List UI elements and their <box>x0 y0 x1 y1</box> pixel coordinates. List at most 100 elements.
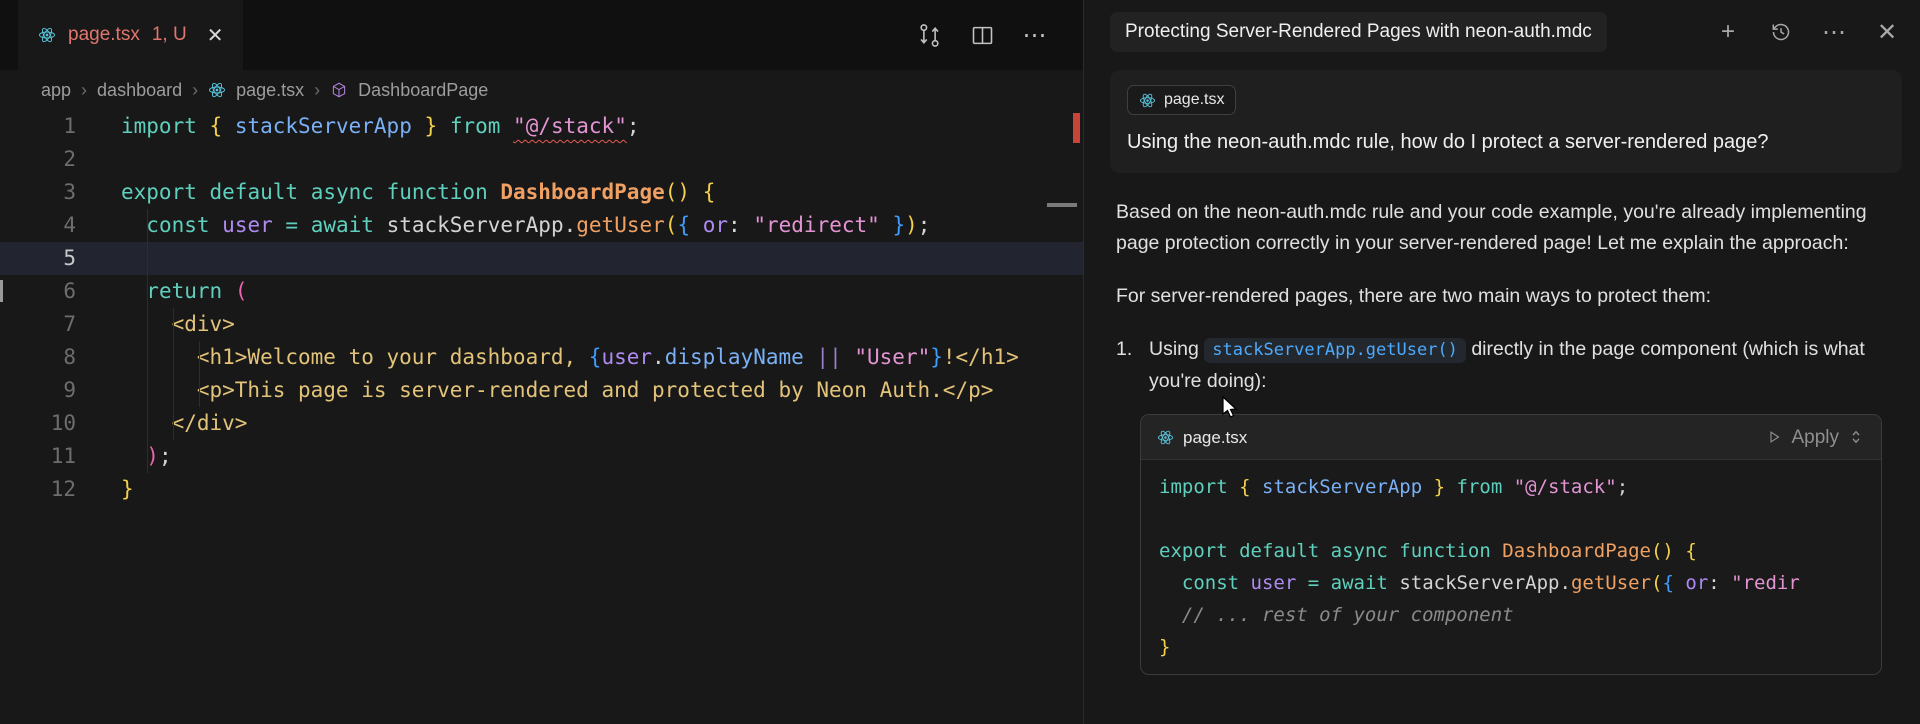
code-token: } <box>892 213 905 237</box>
line-number: 12 <box>0 473 76 506</box>
code-token: stackServerApp <box>387 213 564 237</box>
code-token <box>1228 540 1239 562</box>
editor-pane: page.tsx 1, U ✕ ⋯ app › dashboard › <box>0 0 1083 724</box>
code-line[interactable]: 6 return ( <box>0 275 1083 308</box>
code-token <box>121 345 197 369</box>
chat-code-block: page.tsx Apply import { stackServerApp }… <box>1140 414 1882 675</box>
line-number: 7 <box>0 308 76 341</box>
code-token <box>690 213 703 237</box>
code-token <box>500 114 513 138</box>
breadcrumb-dashboard[interactable]: dashboard <box>97 80 182 101</box>
window-edge-handle <box>0 280 3 302</box>
indent-guide <box>199 341 200 407</box>
code-line[interactable]: 8 <h1>Welcome to your dashboard, {user.d… <box>0 341 1083 374</box>
code-text[interactable]: import { stackServerApp } from "@/stack"… <box>121 110 640 143</box>
code-line[interactable]: 3export default async function Dashboard… <box>0 176 1083 209</box>
react-icon <box>1139 92 1156 109</box>
apply-button[interactable]: Apply <box>1765 422 1865 453</box>
close-panel-icon[interactable]: ✕ <box>1874 19 1900 45</box>
code-token: { <box>703 180 716 204</box>
close-icon[interactable]: ✕ <box>207 23 224 48</box>
code-token: import <box>121 114 197 138</box>
code-token: function <box>387 180 488 204</box>
code-text[interactable]: const user = await stackServerApp.getUse… <box>121 209 930 242</box>
code-token <box>437 114 450 138</box>
code-text[interactable]: export default async function DashboardP… <box>121 176 715 209</box>
code-text[interactable]: } <box>121 473 134 506</box>
code-line[interactable]: 10 </div> <box>0 407 1083 440</box>
code-token: ; <box>159 444 172 468</box>
code-token <box>1388 572 1399 594</box>
code-token <box>488 180 501 204</box>
code-token: } <box>425 114 438 138</box>
code-text[interactable]: <div> <box>121 308 235 341</box>
code-token <box>1445 476 1456 498</box>
code-text[interactable]: <h1>Welcome to your dashboard, {user.dis… <box>121 341 1019 374</box>
code-line[interactable]: 2 <box>0 143 1083 176</box>
breadcrumb: app › dashboard › page.tsx › DashboardPa… <box>0 70 1083 110</box>
code-editor[interactable]: 1import { stackServerApp } from "@/stack… <box>0 110 1083 506</box>
code-text[interactable]: </div> <box>121 407 247 440</box>
code-line[interactable]: 11 ); <box>0 440 1083 473</box>
chat-title[interactable]: Protecting Server-Rendered Pages with ne… <box>1110 12 1607 52</box>
indent-guide <box>147 209 148 473</box>
open-changes-icon[interactable] <box>916 22 943 49</box>
code-token: () <box>1651 540 1674 562</box>
code-token: ; <box>1617 476 1628 498</box>
code-text: export default async function DashboardP… <box>1159 535 1697 567</box>
code-line[interactable]: 1import { stackServerApp } from "@/stack… <box>0 110 1083 143</box>
code-token: { <box>1662 572 1673 594</box>
code-token: <div> <box>172 312 235 336</box>
code-token: } <box>930 345 943 369</box>
history-icon[interactable] <box>1768 19 1794 45</box>
code-token: const <box>146 213 209 237</box>
code-block-content: import { stackServerApp } from "@/stack"… <box>1141 460 1881 674</box>
code-token: . <box>1559 572 1570 594</box>
breadcrumb-app[interactable]: app <box>41 80 71 101</box>
code-token: await <box>1331 572 1388 594</box>
code-token: default <box>1239 540 1319 562</box>
code-token <box>1422 476 1433 498</box>
play-icon <box>1765 428 1783 446</box>
code-line[interactable]: 7 <div> <box>0 308 1083 341</box>
apply-label: Apply <box>1791 422 1839 453</box>
code-text[interactable]: return ( <box>121 275 247 308</box>
code-token <box>197 180 210 204</box>
code-token: . <box>652 345 665 369</box>
overview-ruler-cursor-mark <box>1047 203 1077 207</box>
code-token: ) <box>905 213 918 237</box>
overview-ruler-error-mark <box>1073 113 1080 143</box>
code-token <box>741 213 754 237</box>
code-token: displayName <box>665 345 804 369</box>
code-line[interactable]: 4 const user = await stackServerApp.getU… <box>0 209 1083 242</box>
code-token: import <box>1159 476 1228 498</box>
code-token <box>374 180 387 204</box>
code-token <box>1319 572 1330 594</box>
code-line[interactable]: 12} <box>0 473 1083 506</box>
code-text: } <box>1159 631 1170 663</box>
chip-filename: page.tsx <box>1164 91 1224 109</box>
breadcrumb-file[interactable]: page.tsx <box>236 80 304 101</box>
attached-file-chip[interactable]: page.tsx <box>1127 85 1236 115</box>
code-token: <h1>Welcome to your dashboard, <box>197 345 589 369</box>
code-token: DashboardPage <box>500 180 664 204</box>
code-token <box>690 180 703 204</box>
more-options-icon[interactable]: ⋯ <box>1821 19 1847 45</box>
tab-badge: 1, U <box>152 24 187 46</box>
code-line <box>1159 503 1863 535</box>
breadcrumb-symbol[interactable]: DashboardPage <box>358 80 488 101</box>
code-token <box>842 345 855 369</box>
tab-page-tsx[interactable]: page.tsx 1, U ✕ <box>18 0 243 70</box>
split-editor-icon[interactable] <box>969 22 996 49</box>
code-text[interactable]: <p>This page is server-rendered and prot… <box>121 374 993 407</box>
code-token <box>1159 604 1182 626</box>
code-line[interactable]: 5 <box>0 242 1083 275</box>
chevron-right-icon: › <box>192 80 198 101</box>
code-token: export <box>1159 540 1228 562</box>
more-actions-icon[interactable]: ⋯ <box>1022 22 1049 49</box>
list-number: 1. <box>1116 334 1132 365</box>
new-chat-icon[interactable]: + <box>1715 19 1741 45</box>
code-token: "@/stack" <box>513 114 627 138</box>
code-token <box>121 378 197 402</box>
code-line[interactable]: 9 <p>This page is server-rendered and pr… <box>0 374 1083 407</box>
